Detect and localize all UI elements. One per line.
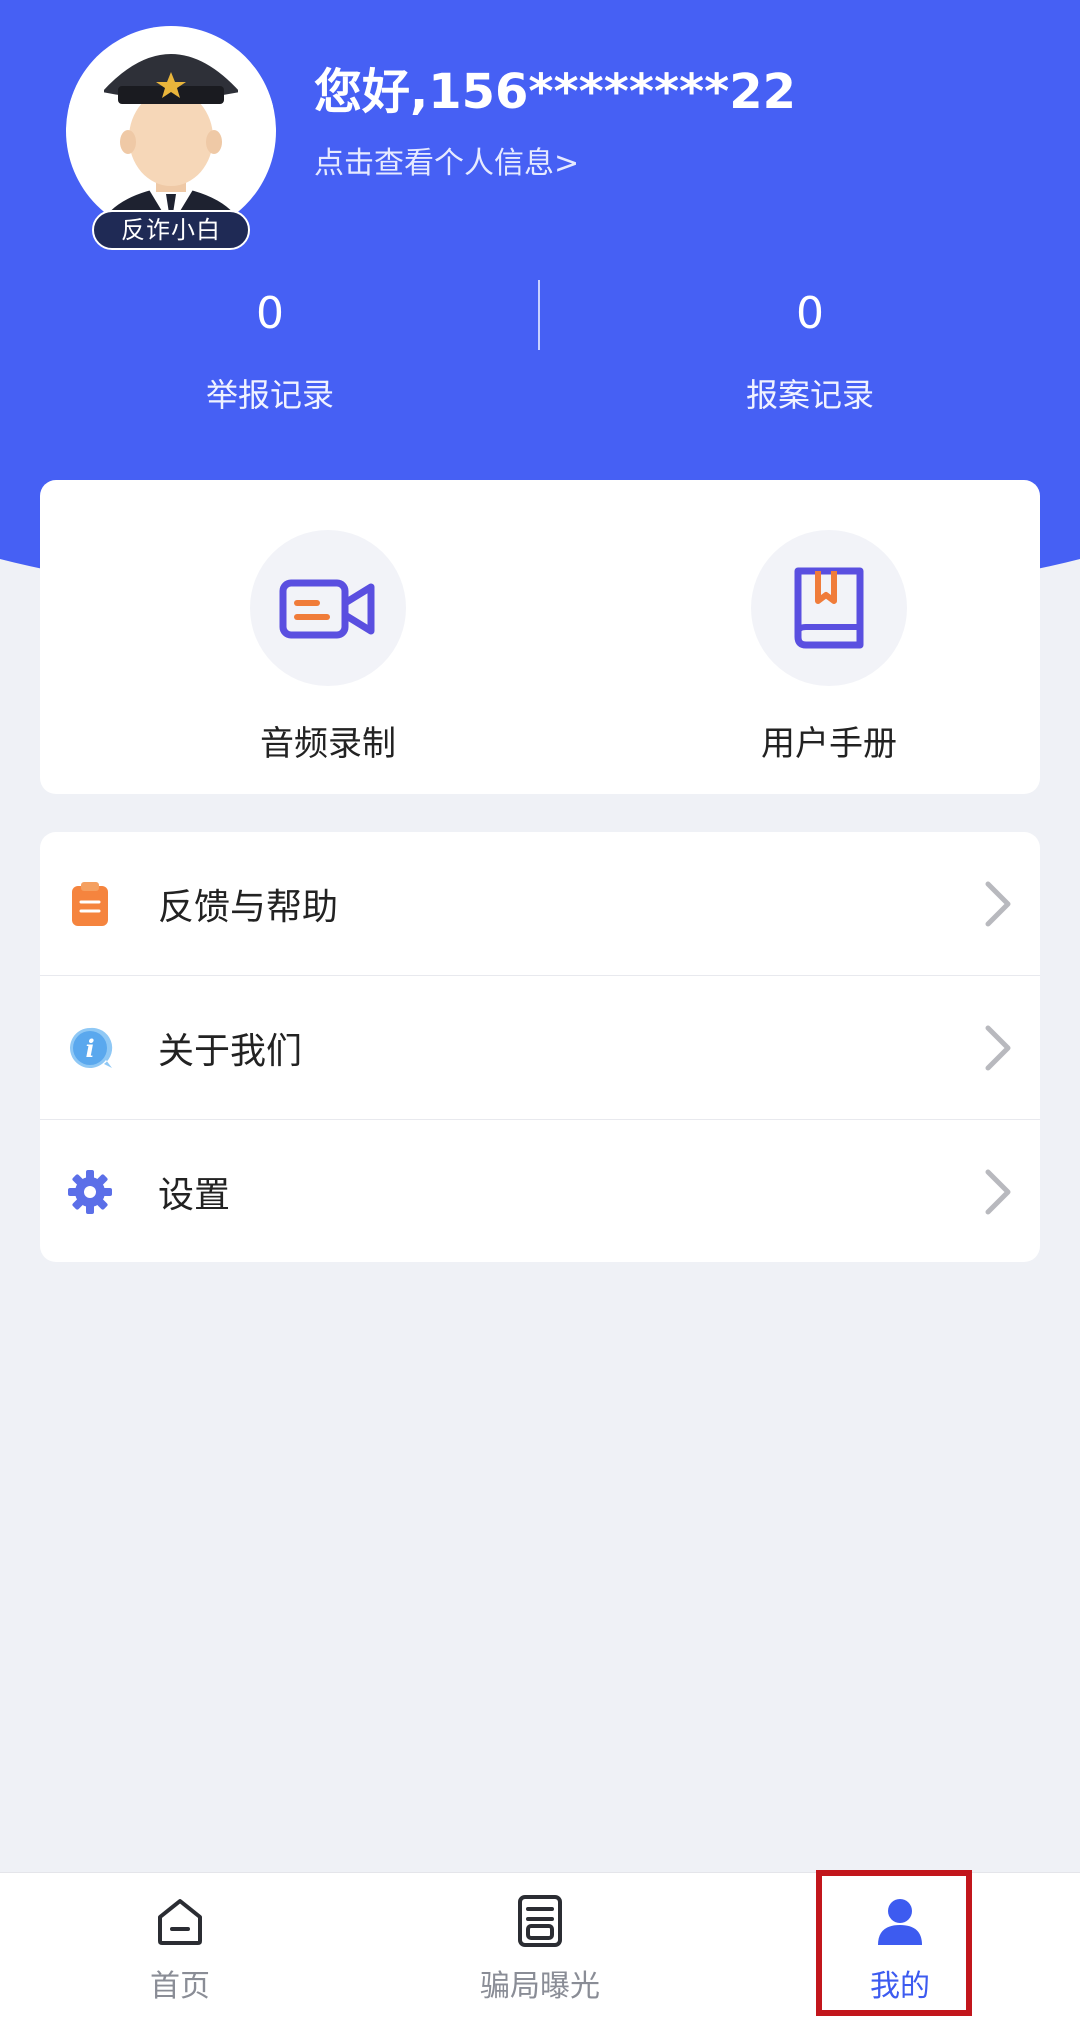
svg-text:i: i bbox=[85, 1034, 94, 1063]
book-icon bbox=[751, 530, 907, 686]
greeting-text: 您好,156********22 bbox=[314, 64, 797, 120]
chevron-right-icon bbox=[985, 1169, 1011, 1215]
user-manual-label: 用户手册 bbox=[761, 724, 897, 764]
user-manual-button[interactable]: 用户手册 bbox=[709, 530, 949, 765]
info-bubble-icon: i bbox=[70, 1027, 113, 1068]
chevron-right-icon bbox=[985, 1025, 1011, 1071]
menu-item-about[interactable]: i 关于我们 bbox=[40, 976, 1040, 1120]
menu-list: 反馈与帮助 i 关于我们 设置 bbox=[40, 832, 1040, 1262]
report-records-count: 0 bbox=[256, 288, 284, 339]
report-records-stat[interactable]: 0 举报记录 bbox=[120, 286, 420, 416]
case-records-count: 0 bbox=[796, 288, 824, 339]
case-records-label: 报案记录 bbox=[745, 376, 874, 414]
profile-page: 反诈小白 您好,156********22 点击查看个人信息> 0 举报记录 0… bbox=[0, 0, 1080, 2020]
avatar-image bbox=[66, 26, 276, 236]
menu-item-label: 反馈与帮助 bbox=[158, 887, 339, 928]
avatar[interactable]: 反诈小白 bbox=[66, 26, 276, 250]
chevron-right-icon bbox=[985, 881, 1011, 927]
audio-record-button[interactable]: 音频录制 bbox=[208, 530, 448, 765]
police-avatar-icon bbox=[66, 26, 276, 236]
gear-icon bbox=[68, 1170, 112, 1214]
video-camera-icon bbox=[250, 530, 406, 686]
tab-home[interactable]: 首页 bbox=[80, 1893, 280, 2005]
menu-item-feedback[interactable]: 反馈与帮助 bbox=[40, 832, 1040, 976]
menu-item-settings[interactable]: 设置 bbox=[40, 1120, 1040, 1262]
highlight-box bbox=[816, 1870, 972, 2016]
menu-item-label: 关于我们 bbox=[158, 1031, 303, 1072]
case-records-stat[interactable]: 0 报案记录 bbox=[660, 286, 960, 416]
newspaper-icon bbox=[518, 1895, 562, 1947]
home-icon bbox=[158, 1899, 202, 1945]
menu-item-label: 设置 bbox=[158, 1175, 231, 1216]
quick-actions-card: 音频录制 用户手册 bbox=[40, 480, 1040, 794]
tab-scam-exposure-label: 骗局曝光 bbox=[480, 1969, 600, 2004]
report-records-label: 举报记录 bbox=[205, 376, 334, 414]
stats-divider bbox=[538, 280, 540, 350]
tab-home-label: 首页 bbox=[150, 1969, 210, 2004]
audio-record-label: 音频录制 bbox=[260, 724, 396, 764]
view-profile-link[interactable]: 点击查看个人信息> bbox=[314, 138, 579, 182]
level-badge: 反诈小白 bbox=[92, 210, 250, 250]
tab-scam-exposure[interactable]: 骗局曝光 bbox=[440, 1893, 640, 2005]
clipboard-icon bbox=[72, 882, 108, 926]
